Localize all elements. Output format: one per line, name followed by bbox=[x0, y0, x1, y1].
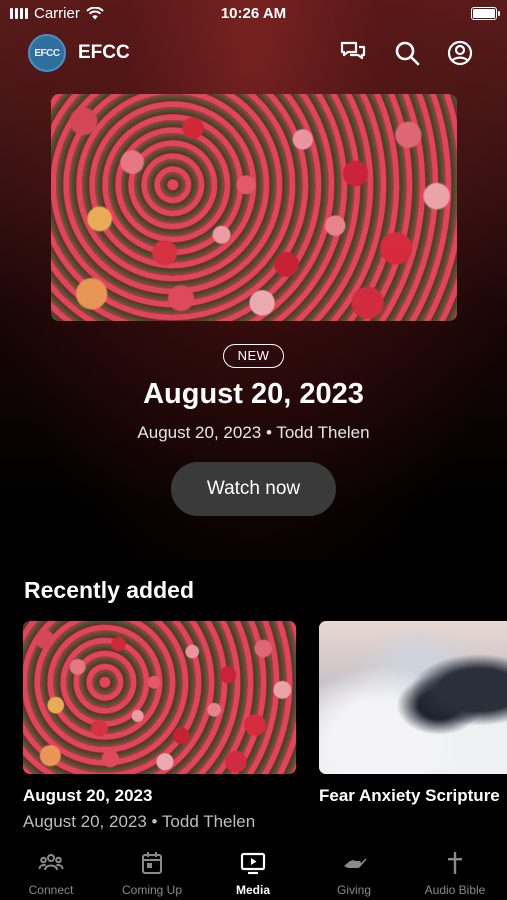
watch-now-button[interactable]: Watch now bbox=[171, 462, 336, 516]
tab-audio-bible-label: Audio Bible bbox=[424, 883, 486, 897]
media-card-meta: August 20, 2023 • Todd Thelen bbox=[23, 812, 256, 831]
tv-play-icon bbox=[208, 849, 298, 877]
tab-connect[interactable]: Connect bbox=[6, 849, 96, 897]
new-badge: NEW bbox=[223, 344, 284, 368]
org-name: EFCC bbox=[78, 42, 130, 63]
tab-connect-label: Connect bbox=[28, 883, 74, 897]
battery-icon bbox=[471, 7, 500, 20]
recently-added-heading: Recently added bbox=[24, 577, 194, 603]
status-bar: Carrier 10:26 AM bbox=[0, 0, 507, 28]
media-card-thumbnail bbox=[23, 621, 296, 774]
media-card-title: Fear Anxiety Scripture bbox=[319, 786, 500, 805]
church-logo[interactable]: EFCC bbox=[28, 34, 66, 72]
hero-thumbnail[interactable] bbox=[51, 94, 457, 321]
tab-media-label: Media bbox=[235, 883, 270, 897]
hero-subtitle: August 20, 2023 • Todd Thelen bbox=[137, 423, 370, 442]
profile-icon[interactable] bbox=[445, 38, 475, 68]
hero-title: August 20, 2023 bbox=[143, 378, 364, 410]
tab-coming-up[interactable]: Coming Up bbox=[107, 849, 197, 897]
media-card[interactable]: Fear Anxiety Scripture bbox=[319, 621, 507, 806]
tab-coming-up-label: Coming Up bbox=[121, 883, 183, 897]
tab-audio-bible[interactable]: Audio Bible bbox=[410, 849, 500, 897]
app-header: EFCC EFCC bbox=[0, 32, 507, 74]
calendar-icon bbox=[107, 849, 197, 877]
people-icon bbox=[6, 849, 96, 877]
hand-icon bbox=[309, 849, 399, 877]
tab-media[interactable]: Media bbox=[208, 849, 298, 897]
media-card-thumbnail bbox=[319, 621, 507, 774]
tab-giving[interactable]: Giving bbox=[309, 849, 399, 897]
tulip-image bbox=[51, 94, 457, 321]
tab-bar: Connect Coming Up Media Giving Audio Bib… bbox=[0, 843, 507, 900]
chat-icon[interactable] bbox=[338, 38, 368, 68]
search-icon[interactable] bbox=[392, 38, 422, 68]
tab-giving-label: Giving bbox=[336, 883, 371, 897]
media-card-title: August 20, 2023 bbox=[23, 786, 153, 805]
cross-icon bbox=[410, 849, 500, 877]
status-time: 10:26 AM bbox=[220, 5, 287, 22]
media-card[interactable]: August 20, 2023 August 20, 2023 • Todd T… bbox=[23, 621, 296, 832]
